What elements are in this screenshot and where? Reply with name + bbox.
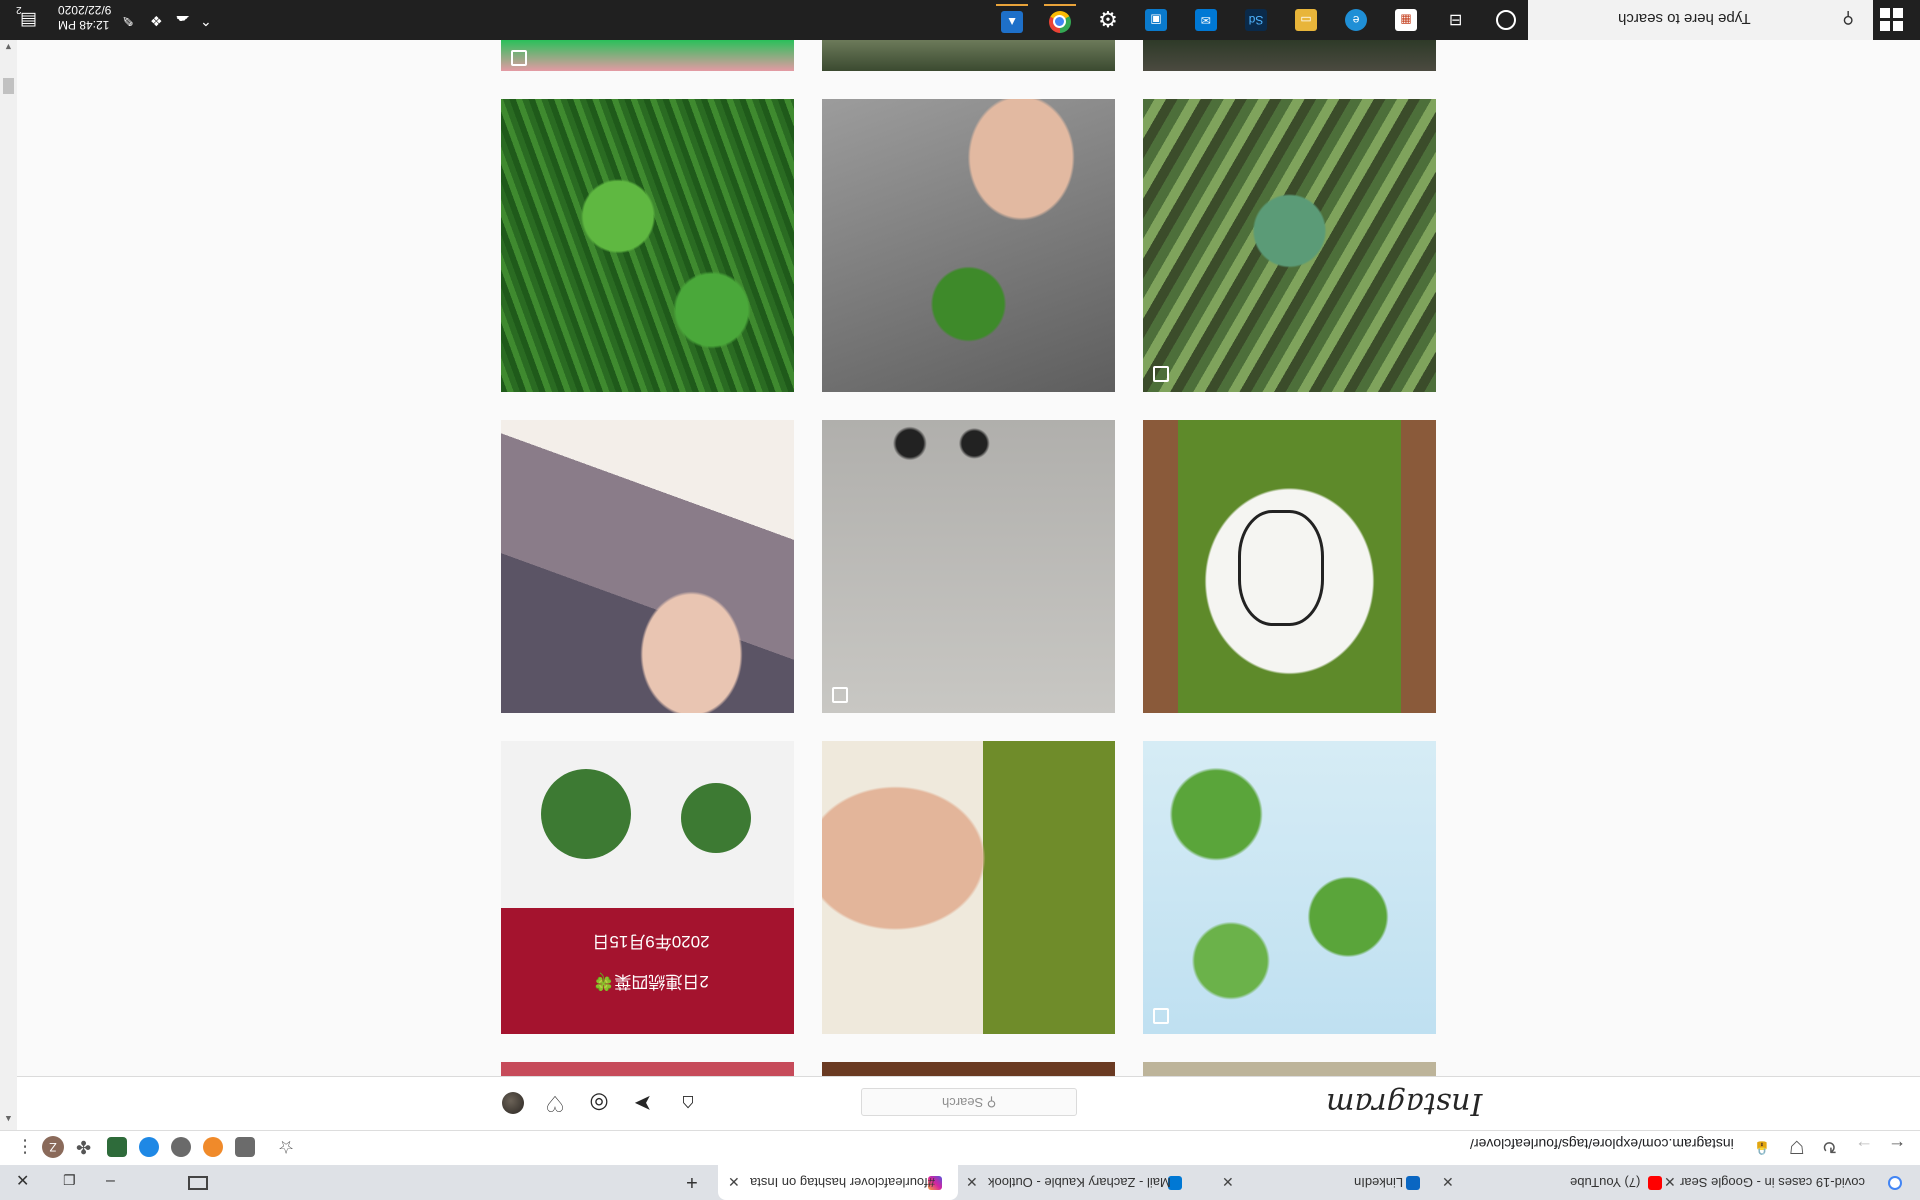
multiple-photos-icon [1153,366,1169,382]
forward-arrow-icon[interactable]: → [1855,1136,1873,1157]
pen-icon[interactable]: ✎ [122,12,134,29]
file-explorer-icon[interactable]: ▭ [1290,4,1322,36]
reload-icon[interactable]: ↻ [1822,1136,1837,1157]
linkedin-favicon [1406,1176,1420,1190]
tab-outlook-mail[interactable]: Mail - Zachary Kauble - Outlook ✕ [960,1165,1215,1200]
close-tab-icon[interactable]: ✕ [1442,1174,1454,1191]
new-tab-button[interactable]: + [686,1170,698,1193]
taskbar-search-box[interactable]: Type here to search ⚲ [1528,0,1873,40]
profile-avatar-button[interactable]: Z [42,1136,64,1158]
minimize-icon[interactable]: – [106,1172,115,1190]
tab-linkedin[interactable]: LinkedIn ✕ [1220,1165,1435,1200]
multiple-photos-icon [832,687,848,703]
photo-caption-line: 2日連続四葉🍀 [593,972,709,991]
close-tab-icon[interactable]: ✕ [1222,1174,1234,1191]
lock-icon: 🔒 [1754,1141,1771,1156]
home-icon[interactable]: ⌂ [675,1090,701,1116]
youtube-favicon [1648,1176,1662,1190]
notification-count: 2 [16,4,22,15]
extension-icon[interactable] [107,1137,127,1157]
taskbar-search-placeholder: Type here to search [1618,10,1751,27]
chevron-up-icon[interactable]: ⌃ [200,12,212,29]
taskbar-clock[interactable]: 12:48 PM 9/22/2020 [58,2,111,32]
back-arrow-icon[interactable]: ← [1888,1136,1906,1157]
post-thumbnail[interactable] [501,99,794,392]
store-app-icon[interactable]: ▣ [1140,4,1172,36]
post-thumbnail[interactable] [1143,40,1436,71]
close-window-icon[interactable]: ✕ [16,1171,29,1191]
post-thumbnail[interactable] [501,420,794,713]
office-app-icon[interactable]: ▦ [1390,4,1422,36]
instagram-search-input[interactable]: ⚲ Search [861,1088,1077,1116]
close-tab-icon[interactable]: ✕ [728,1174,740,1191]
clover-leaf-icon [541,769,631,859]
action-center-icon[interactable]: ▤ [20,10,37,31]
profile-avatar[interactable] [502,1092,524,1114]
google-favicon [1888,1176,1902,1190]
scroll-up-arrow-icon[interactable]: ▲ [4,1114,13,1124]
extension-icon[interactable] [139,1137,159,1157]
post-thumbnail[interactable] [1143,741,1436,1034]
tab-instagram-fourleafclover[interactable]: #fourleafclover hashtag on Insta ✕ [718,1165,958,1200]
explore-compass-icon[interactable]: ◎ [586,1090,612,1116]
shirt-graphic-icon [1238,510,1324,626]
post-thumbnail[interactable] [822,420,1115,713]
clover-leaf-icon [681,783,751,853]
tab-search-icon[interactable] [188,1176,208,1190]
restore-window-icon[interactable]: ❐ [63,1172,76,1189]
photos-app-icon[interactable]: ▲ [996,4,1028,38]
search-icon: ⚲ [1842,9,1854,26]
tab-google-search[interactable]: covid-19 cases in - Google Sear ✕ [1660,1165,1910,1200]
chrome-browser-icon[interactable] [1044,4,1076,38]
cortana-icon[interactable] [1490,4,1522,36]
multiple-photos-icon [1153,1008,1169,1024]
post-thumbnail[interactable] [1143,99,1436,392]
scroll-down-arrow-icon[interactable]: ▼ [4,42,13,52]
clock-time: 12:48 PM [58,18,110,32]
extensions-puzzle-icon[interactable]: ✤ [76,1136,91,1157]
post-thumbnail[interactable] [1143,1062,1436,1076]
page-scrollbar[interactable] [0,40,17,1130]
edge-browser-icon[interactable]: e [1340,4,1372,36]
windows-start-button[interactable] [1880,8,1906,32]
settings-gear-icon[interactable]: ⚙ [1092,4,1124,36]
photoshop-icon[interactable]: Sd [1240,4,1272,36]
onedrive-cloud-icon[interactable]: ☁ [176,12,190,29]
post-thumbnail[interactable] [501,40,794,71]
post-thumbnail[interactable] [1143,420,1436,713]
scrollbar-thumb[interactable] [3,78,14,94]
extension-icon[interactable] [171,1137,191,1157]
extension-icon[interactable] [235,1137,255,1157]
instagram-search-placeholder: ⚲ Search [942,1095,997,1110]
mail-app-icon[interactable]: ✉ [1190,4,1222,36]
dropbox-icon[interactable]: ❖ [150,12,163,29]
post-thumbnail[interactable] [822,741,1115,1034]
bookmark-star-icon[interactable]: ☆ [278,1136,294,1157]
tab-youtube[interactable]: (7) YouTube ✕ [1440,1165,1662,1200]
post-thumbnail[interactable] [501,1062,794,1076]
instagram-logo[interactable]: Instagram [1326,1086,1482,1121]
address-bar[interactable]: instagram.com/explore/tags/fourleafclove… [1470,1136,1734,1152]
photo-caption-line: 2020年9月15日 [592,932,710,951]
multiple-photos-icon [511,50,527,66]
activity-heart-icon[interactable]: ♡ [542,1090,568,1116]
post-thumbnail[interactable]: 2020年9月15日 2日連続四葉🍀 [501,741,794,1034]
system-tray [20,0,220,40]
extension-icon[interactable] [203,1137,223,1157]
close-tab-icon[interactable]: ✕ [1664,1174,1676,1191]
extension-shield-icon[interactable]: ⛉ [1790,1136,1804,1157]
post-thumbnail[interactable] [822,1062,1115,1076]
task-view-icon[interactable]: ⊟ [1440,4,1472,36]
close-tab-icon[interactable]: ✕ [966,1174,978,1191]
direct-message-icon[interactable]: ➤ [630,1090,656,1116]
post-thumbnail[interactable] [822,40,1115,71]
kebab-menu-icon[interactable]: ⋮ [16,1136,34,1157]
post-thumbnail[interactable] [822,99,1115,392]
clock-date: 9/22/2020 [58,3,112,17]
